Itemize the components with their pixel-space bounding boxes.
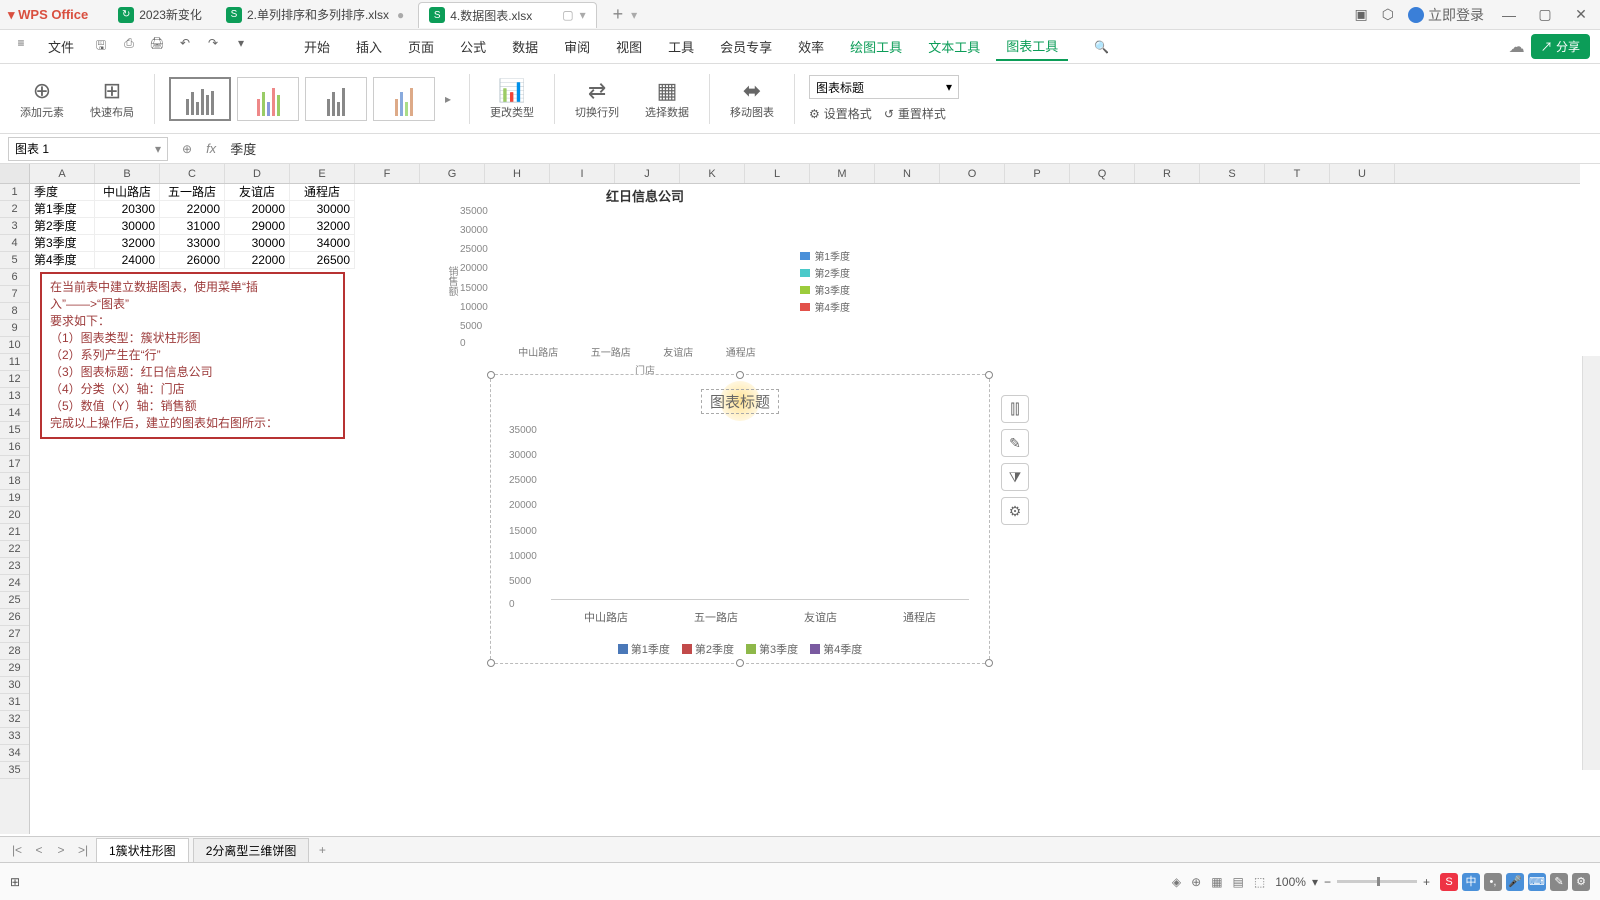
sheet-nav-next[interactable]: > bbox=[52, 843, 70, 857]
fx-cancel[interactable]: ⊕ bbox=[176, 142, 198, 156]
add-element-button[interactable]: ⊕添加元素 bbox=[14, 76, 70, 122]
doc-tab-3[interactable]: S4.数据图表.xlsx ▢ ▾ bbox=[418, 2, 596, 28]
tab-insert[interactable]: 插入 bbox=[346, 33, 392, 60]
ime-icons[interactable]: S中•,🎤⌨✎⚙ bbox=[1440, 873, 1590, 891]
doc-tab-1[interactable]: ↻2023新变化 bbox=[108, 2, 212, 27]
chart-lower-title[interactable]: 图表标题 bbox=[701, 389, 779, 414]
chart-elements-icon[interactable]: ⫿⫿ bbox=[1001, 395, 1029, 423]
sheet-nav-first[interactable]: |< bbox=[8, 843, 26, 857]
view-page-icon[interactable]: ▤ bbox=[1233, 875, 1244, 889]
instruction-box: 在当前表中建立数据图表，使用菜单“插 入”——>“图表” 要求如下： （1）图表… bbox=[40, 272, 345, 439]
sheet-tab-1[interactable]: 1簇状柱形图 bbox=[96, 838, 189, 862]
tab-page[interactable]: 页面 bbox=[398, 33, 444, 60]
tab-start[interactable]: 开始 bbox=[294, 33, 340, 60]
chart-filter-icon[interactable]: ⧩ bbox=[1001, 463, 1029, 491]
minimize-button[interactable]: — bbox=[1498, 7, 1520, 23]
chart-upper: 红日信息公司 35000 30000 25000 20000 15000 100… bbox=[440, 186, 850, 381]
print-icon[interactable]: ⎙ bbox=[118, 36, 140, 58]
view-normal-icon[interactable]: ▦ bbox=[1211, 875, 1222, 889]
spreadsheet-grid[interactable]: ABCDEFGHIJKLMNOPQRSTU 123456789101112131… bbox=[0, 164, 1600, 834]
status-icon-1[interactable]: ◈ bbox=[1172, 875, 1181, 889]
select-data-button[interactable]: ▦选择数据 bbox=[639, 76, 695, 122]
tab-draw-tools[interactable]: 绘图工具 bbox=[840, 33, 912, 60]
chart-element-select[interactable]: 图表标题▾ bbox=[809, 75, 959, 99]
change-type-button[interactable]: 📊更改类型 bbox=[484, 76, 540, 122]
sheet-tab-2[interactable]: 2分离型三维饼图 bbox=[193, 838, 310, 862]
chart-settings-icon[interactable]: ⚙ bbox=[1001, 497, 1029, 525]
chart-side-tools: ⫿⫿ ✎ ⧩ ⚙ bbox=[1001, 395, 1029, 525]
status-bar: ⊞ ◈ ⊕ ▦ ▤ ⬚ 100% ▾ − + S中•,🎤⌨✎⚙ bbox=[0, 862, 1600, 900]
redo-icon[interactable]: ↷ bbox=[202, 36, 224, 58]
name-box[interactable]: 图表 1▾ bbox=[8, 137, 168, 161]
undo-icon[interactable]: ↶ bbox=[174, 36, 196, 58]
sheet-nav-prev[interactable]: < bbox=[30, 843, 48, 857]
zoom-control[interactable]: 100% ▾ − + bbox=[1275, 875, 1430, 889]
reset-style-button[interactable]: ↺ 重置样式 bbox=[884, 105, 946, 122]
row-headers[interactable]: 1234567891011121314151617181920212223242… bbox=[0, 184, 30, 834]
chart-styles-icon[interactable]: ✎ bbox=[1001, 429, 1029, 457]
tab-formula[interactable]: 公式 bbox=[450, 33, 496, 60]
login-button[interactable]: 立即登录 bbox=[1408, 5, 1484, 25]
app-icon-1[interactable]: ▣ bbox=[1355, 6, 1368, 23]
vertical-scrollbar[interactable] bbox=[1582, 356, 1600, 770]
switch-row-col-button[interactable]: ⇄切换行列 bbox=[569, 76, 625, 122]
tab-view[interactable]: 视图 bbox=[606, 33, 652, 60]
share-button[interactable]: ↗ 分享 bbox=[1531, 34, 1590, 59]
select-all-corner[interactable] bbox=[0, 164, 30, 183]
app-logo: ▾ WPS Office bbox=[8, 7, 88, 23]
chart-upper-title: 红日信息公司 bbox=[440, 186, 850, 205]
new-tab-button[interactable]: + bbox=[613, 4, 624, 25]
status-mode-icon[interactable]: ⊞ bbox=[10, 875, 20, 889]
formula-text[interactable]: 季度 bbox=[224, 139, 256, 158]
chart-lower-legend: 第1季度 第2季度 第3季度 第4季度 bbox=[491, 641, 989, 657]
set-format-button[interactable]: ⚙ 设置格式 bbox=[809, 105, 872, 122]
chart-lower[interactable]: 图表标题 35000 30000 25000 20000 15000 10000… bbox=[490, 374, 990, 664]
tab-efficiency[interactable]: 效率 bbox=[788, 33, 834, 60]
move-chart-button[interactable]: ⬌移动图表 bbox=[724, 76, 780, 122]
doc-tab-2[interactable]: S2.单列排序和多列排序.xlsx ● bbox=[216, 2, 414, 27]
file-menu[interactable]: 文件 bbox=[38, 33, 84, 60]
dropdown-icon[interactable]: ▾ bbox=[230, 36, 252, 58]
menubar: ≡ 文件 🖫 ⎙ 🖨 ↶ ↷ ▾ 开始 插入 页面 公式 数据 审阅 视图 工具… bbox=[0, 30, 1600, 64]
status-icon-2[interactable]: ⊕ bbox=[1191, 875, 1201, 889]
search-icon[interactable]: 🔍 bbox=[1094, 40, 1109, 54]
tab-review[interactable]: 审阅 bbox=[554, 33, 600, 60]
add-sheet-button[interactable]: + bbox=[313, 843, 331, 857]
tab-data[interactable]: 数据 bbox=[502, 33, 548, 60]
tab-tools[interactable]: 工具 bbox=[658, 33, 704, 60]
chart-style-gallery[interactable]: ▸ bbox=[169, 77, 455, 121]
maximize-button[interactable]: ▢ bbox=[1534, 6, 1556, 23]
tab-member[interactable]: 会员专享 bbox=[710, 33, 782, 60]
close-button[interactable]: ✕ bbox=[1570, 6, 1592, 23]
view-break-icon[interactable]: ⬚ bbox=[1254, 875, 1265, 889]
tab-chart-tools[interactable]: 图表工具 bbox=[996, 32, 1068, 61]
cloud-icon[interactable]: ☁ bbox=[1509, 37, 1525, 57]
tab-text-tools[interactable]: 文本工具 bbox=[918, 33, 990, 60]
titlebar: ▾ WPS Office ↻2023新变化 S2.单列排序和多列排序.xlsx … bbox=[0, 0, 1600, 30]
save-icon[interactable]: 🖫 bbox=[90, 36, 112, 58]
quick-layout-button[interactable]: ⊞快速布局 bbox=[84, 76, 140, 122]
formula-bar: 图表 1▾ ⊕ fx 季度 bbox=[0, 134, 1600, 164]
app-icon-2[interactable]: ⬡ bbox=[1382, 6, 1394, 23]
menu-icon[interactable]: ≡ bbox=[10, 36, 32, 58]
fx-icon[interactable]: fx bbox=[198, 141, 224, 156]
sheet-tabs: |< < > >| 1簇状柱形图 2分离型三维饼图 + bbox=[0, 836, 1600, 862]
tab-list-button[interactable]: ▾ bbox=[631, 8, 637, 22]
ribbon: ⊕添加元素 ⊞快速布局 ▸ 📊更改类型 ⇄切换行列 ▦选择数据 ⬌移动图表 图表… bbox=[0, 64, 1600, 134]
preview-icon[interactable]: 🖨 bbox=[146, 36, 168, 58]
sheet-nav-last[interactable]: >| bbox=[74, 843, 92, 857]
column-headers[interactable]: ABCDEFGHIJKLMNOPQRSTU bbox=[0, 164, 1580, 184]
